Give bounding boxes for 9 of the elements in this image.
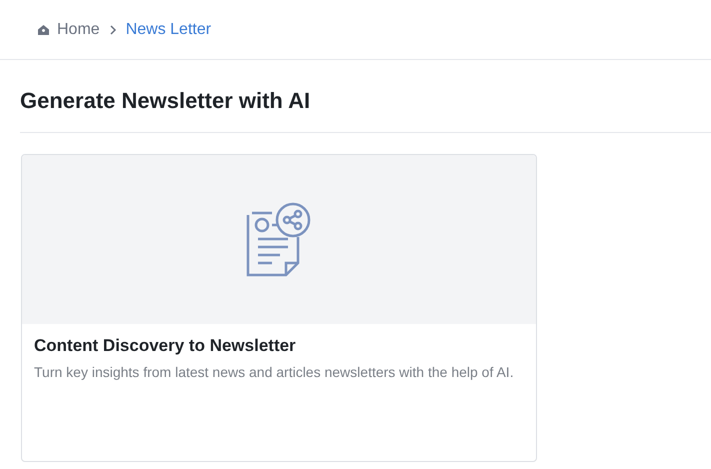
chevron-icon: [108, 24, 117, 36]
document-share-icon: [246, 200, 312, 278]
page-title: Generate Newsletter with AI: [20, 60, 711, 133]
home-icon: [38, 24, 49, 34]
card-description: Turn key insights from latest news and articles newsletters with the help of AI.: [34, 363, 515, 382]
breadcrumb-link[interactable]: News Letter: [126, 20, 212, 38]
card-title: Content Discovery to Newsletter: [34, 336, 297, 356]
breadcrumb-link[interactable]: Home: [57, 20, 100, 38]
template-card[interactable]: Content Discovery to Newsletter Turn key insights from latest news and articles newsletters with the help of AI.: [21, 154, 537, 462]
